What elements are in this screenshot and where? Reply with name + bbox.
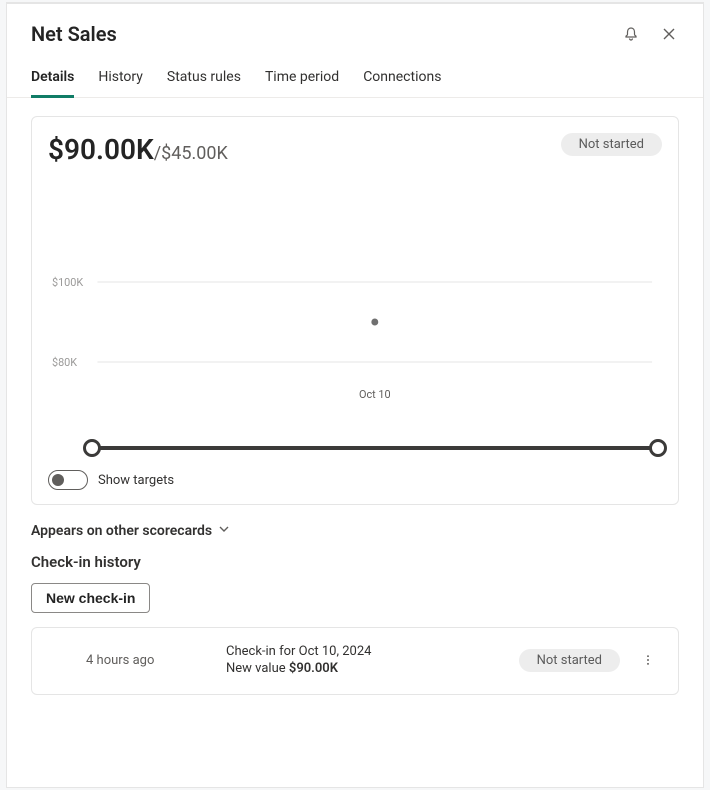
value-display: $90.00K/$45.00K <box>48 133 228 166</box>
tab-bar: Details History Status rules Time period… <box>7 60 703 98</box>
current-value: $90.00K <box>48 133 154 166</box>
new-checkin-button[interactable]: New check-in <box>31 583 150 613</box>
tab-time-period[interactable]: Time period <box>265 61 339 98</box>
tab-history[interactable]: History <box>98 61 143 98</box>
tab-details[interactable]: Details <box>31 61 74 98</box>
x-tick-oct10: Oct 10 <box>359 388 391 401</box>
summary-card: $90.00K/$45.00K Not started $100K $80K O… <box>31 116 679 505</box>
target-value: /$45.00K <box>154 143 228 164</box>
trend-chart: $100K $80K Oct 10 <box>48 172 662 460</box>
checkin-section-title: Check-in history <box>31 553 679 571</box>
slider-handle-end[interactable] <box>649 439 667 457</box>
y-tick-100k: $100K <box>52 276 83 289</box>
show-targets-toggle[interactable] <box>48 470 88 490</box>
tab-status-rules[interactable]: Status rules <box>167 61 241 98</box>
checkin-entry: 4 hours ago Check-in for Oct 10, 2024 Ne… <box>31 627 679 695</box>
panel-content: $90.00K/$45.00K Not started $100K $80K O… <box>7 98 703 719</box>
checkin-details: Check-in for Oct 10, 2024 New value $90.… <box>226 644 503 676</box>
y-tick-80k: $80K <box>52 356 77 369</box>
chart-point <box>371 319 378 326</box>
checkin-value-prefix: New value <box>226 661 289 676</box>
page-title: Net Sales <box>31 22 117 46</box>
details-panel: Net Sales Details History Status rules T… <box>6 2 704 788</box>
other-scorecards-expander[interactable]: Appears on other scorecards <box>31 523 679 539</box>
checkin-time: 4 hours ago <box>50 653 210 668</box>
header-actions <box>621 24 679 44</box>
checkin-status-badge: Not started <box>519 649 620 672</box>
status-badge: Not started <box>561 133 662 156</box>
panel-header: Net Sales <box>7 4 703 46</box>
close-icon[interactable] <box>659 24 679 44</box>
slider-handle-start[interactable] <box>83 439 101 457</box>
chevron-down-icon <box>218 523 230 539</box>
time-range-slider[interactable] <box>92 436 658 460</box>
checkin-title: Check-in for Oct 10, 2024 <box>226 644 503 659</box>
show-targets-label: Show targets <box>98 473 174 488</box>
tab-connections[interactable]: Connections <box>363 61 441 98</box>
checkin-value: $90.00K <box>289 661 338 676</box>
bell-icon[interactable] <box>621 24 641 44</box>
other-scorecards-label: Appears on other scorecards <box>31 523 212 539</box>
more-icon[interactable] <box>636 648 660 672</box>
